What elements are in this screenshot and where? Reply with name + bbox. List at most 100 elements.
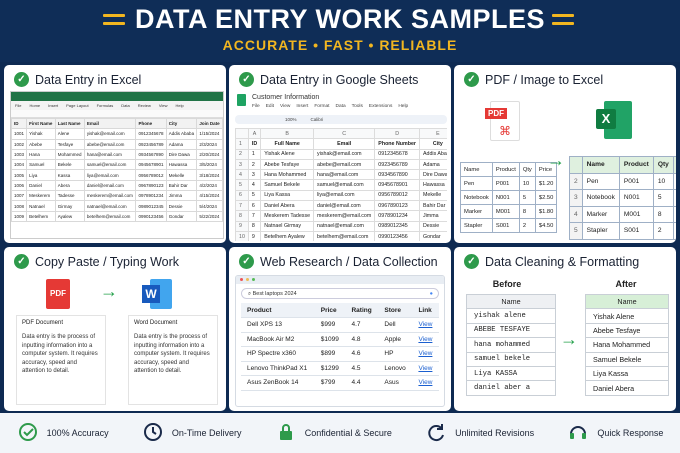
table-row: Samuel Bekele: [585, 351, 669, 367]
table-cell: 10: [235, 230, 249, 241]
decor-bars-right: [552, 14, 574, 30]
table-cell: City: [165, 117, 198, 130]
pdf-doc-body: Data entry is the process of inputting i…: [22, 334, 98, 374]
table-cell: 1009: [11, 210, 28, 222]
zoom-select[interactable]: 100%: [285, 117, 297, 122]
table-cell: Lenovo ThinkPad X1: [241, 361, 315, 376]
menu-item[interactable]: Data: [336, 104, 346, 109]
table-row: Dell XPS 13 $999 4.7 Dell View: [241, 317, 439, 333]
table-cell: Apple: [378, 332, 413, 347]
table-cell: 4: [247, 179, 262, 191]
table-cell: 6: [235, 189, 249, 202]
table-cell: Dell XPS 13: [241, 317, 315, 333]
menu-item[interactable]: Help: [398, 104, 408, 109]
table-cell: Jimma: [418, 210, 447, 222]
menu-item[interactable]: Tools: [352, 104, 363, 109]
table-row: HP Spectre x360 $899 4.6 HP View: [241, 346, 439, 362]
arrow-right-icon: →: [560, 329, 578, 349]
table-cell: 0967890123: [135, 179, 167, 192]
view-link[interactable]: View: [412, 346, 439, 362]
page-title: DATA ENTRY WORK SAMPLES: [134, 4, 545, 34]
table-cell: Mekelle: [418, 189, 447, 202]
check-icon: ✓: [239, 72, 254, 87]
menu-item[interactable]: Edit: [266, 104, 274, 109]
column-letter-row: ABCDE: [235, 127, 447, 140]
mic-icon[interactable]: ●: [430, 289, 433, 299]
table-cell: 5: [247, 189, 262, 202]
menu-item[interactable]: View: [280, 104, 290, 109]
table-cell: Notebook: [581, 189, 620, 207]
table-header-row: 1 ID Full Name Email Phone Number City: [235, 138, 447, 150]
table-cell: samuel@email.com: [313, 179, 376, 191]
ribbon-tab[interactable]: File: [15, 103, 21, 108]
table-cell: 4/15/2024: [196, 190, 223, 202]
table-row: Hana Mohammed: [585, 337, 669, 353]
table-cell: Adama: [165, 138, 198, 150]
table-cell: Natnael Girmay: [260, 220, 315, 232]
table-cell: [569, 156, 583, 174]
table-cell: ID: [11, 117, 28, 130]
table-cell: 1001: [11, 128, 28, 140]
table-cell: 5: [235, 179, 249, 191]
table-cell: ID: [247, 138, 262, 150]
table-cell: 5/4/2024: [196, 200, 223, 212]
ribbon-tab[interactable]: Formulas: [97, 103, 114, 108]
table-row: 7 6 Daniel Abera daniel@email.com 0967890123…: [235, 200, 447, 212]
pdf-file-icon: PDF: [46, 279, 70, 309]
ribbon-tab[interactable]: Help: [175, 103, 183, 108]
table-cell: 2: [518, 218, 536, 233]
table-row: 1001 Yishak Alene yishak@email.com 091234567…: [11, 128, 223, 140]
table-cell: 9: [235, 220, 249, 232]
before-table: Name yishak alene ABEBE TESFAYE hana mohamm…: [466, 293, 556, 396]
menu-item[interactable]: Format: [314, 104, 329, 109]
table-cell: Meskerem: [26, 190, 56, 202]
table-cell: meskerem@email.com: [313, 210, 376, 222]
table-cell: 1007: [11, 190, 28, 202]
menu-item[interactable]: Insert: [296, 104, 308, 109]
sheets-grid[interactable]: A B C D E 1 ID Full Name Email Phone Number City 2 1…: [235, 127, 447, 241]
view-link[interactable]: View: [412, 332, 439, 347]
font-select[interactable]: Calibri: [311, 117, 324, 122]
footer-feature: Unlimited Revisions: [425, 421, 534, 445]
menu-item[interactable]: Extensions: [369, 104, 392, 109]
view-link[interactable]: View: [412, 361, 439, 376]
word-doc-heading: Word Document: [134, 320, 178, 326]
table-cell: First Name: [26, 117, 56, 130]
view-link[interactable]: View: [412, 375, 439, 391]
ribbon-tab[interactable]: Home: [29, 103, 40, 108]
footer-features: 100% Accuracy On-Time Delivery Confidentia…: [0, 413, 680, 453]
panel-web-research: ✓ Web Research / Data Collection ⌕ Best l…: [229, 247, 451, 411]
table-cell: 8: [235, 210, 249, 222]
ribbon-tab[interactable]: Insert: [48, 103, 58, 108]
table-cell: Email: [313, 138, 376, 150]
table-cell: 5: [569, 222, 583, 240]
table-cell: Bahir Dar: [165, 179, 198, 192]
table-cell: $4.50: [534, 218, 558, 233]
table-row: 8 7 Meskerem Tadesse meskerem@email.com 0978…: [235, 210, 447, 222]
table-cell: 0967890123: [374, 200, 420, 212]
ribbon-tab[interactable]: Page Layout: [66, 103, 88, 108]
ribbon-tab[interactable]: Data: [121, 103, 129, 108]
excel-formula-bar[interactable]: [11, 110, 223, 118]
table-row: Yishak Alene: [585, 308, 669, 324]
table-cell: meskerem@email.com: [83, 190, 137, 202]
table-cell: Daniel Abera: [260, 200, 315, 212]
table-row: 1007 Meskerem Tadesse meskerem@email.com 097…: [11, 190, 223, 202]
excel-ribbon-menu: File Home Insert Page Layout Formulas Data Rev…: [11, 101, 223, 110]
ribbon-tab[interactable]: View: [159, 103, 168, 108]
panel-pdf-title: ✓ PDF / Image to Excel: [464, 72, 603, 87]
search-bar[interactable]: ⌕ Best laptops 2024 ●: [241, 288, 439, 299]
sheets-logo-icon: [237, 94, 246, 106]
table-cell: daniel@email.com: [83, 179, 137, 192]
table-row: 5 4 Samuel Bekele samuel@email.com 094567890…: [235, 179, 447, 191]
table-cell: 0956789012: [374, 189, 420, 202]
ribbon-tab[interactable]: Review: [138, 103, 151, 108]
table-row: daniel aber a: [466, 380, 556, 396]
excel-grid[interactable]: ID First Name Last Name Email Phone City Join …: [11, 117, 223, 222]
menu-item[interactable]: File: [252, 104, 260, 109]
table-cell: Rating: [345, 303, 379, 318]
view-link[interactable]: View: [412, 317, 439, 333]
table-cell: Adama: [418, 158, 447, 171]
table-cell: 9: [247, 230, 262, 241]
table-cell: Store: [378, 303, 413, 318]
